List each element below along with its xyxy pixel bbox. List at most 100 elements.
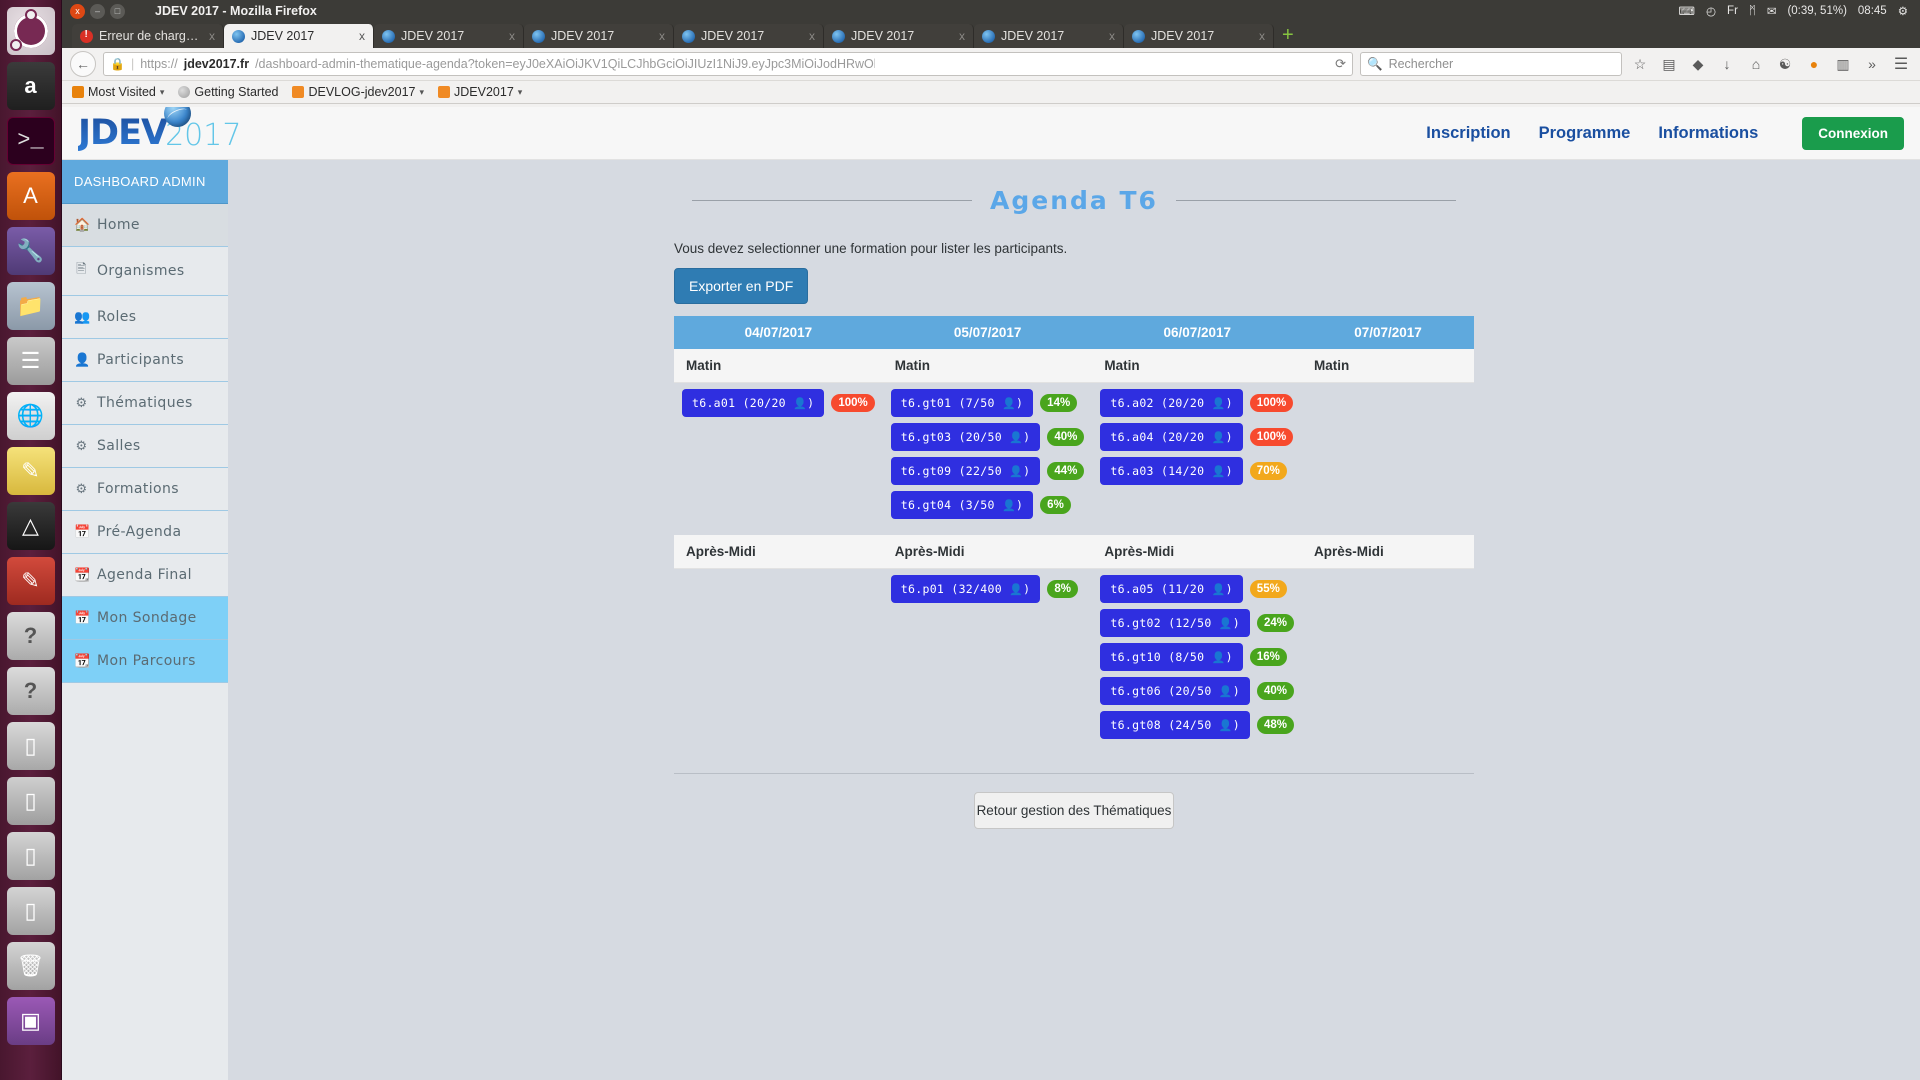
tab-4[interactable]: JDEV 2017 x (674, 24, 824, 48)
launcher-workspace-icon[interactable]: ▣ (6, 997, 55, 1045)
tab-close-icon[interactable]: x (659, 29, 665, 43)
launcher-help-icon[interactable]: ? (6, 612, 55, 660)
back-button[interactable]: ← (70, 51, 96, 77)
launcher-device2-icon[interactable]: ▯ (6, 887, 55, 935)
language-indicator[interactable]: Fr (1727, 5, 1738, 17)
launcher-android-studio-icon[interactable]: △ (6, 502, 55, 550)
formation-pill[interactable]: t6.gt04 (3/50 👤) (890, 491, 1034, 519)
sidebar-item-participants[interactable]: 👤 Participants (62, 339, 228, 382)
sidebar-item-thematiques[interactable]: ⚙ Thématiques (62, 382, 228, 425)
launcher-terminal-icon[interactable]: >_ (6, 117, 55, 165)
launcher-usb-icon[interactable]: ▯ (6, 777, 55, 825)
launcher-archive-icon[interactable]: ☰ (6, 337, 55, 385)
keyboard-indicator-icon[interactable]: ⌨ (1678, 4, 1695, 18)
formation-pill[interactable]: t6.a03 (14/20 👤) (1100, 457, 1243, 485)
formation-pill[interactable]: t6.gt10 (8/50 👤) (1100, 643, 1243, 671)
window-maximize-button[interactable]: □ (110, 3, 125, 19)
nav-programme[interactable]: Programme (1539, 124, 1631, 143)
formation-pill[interactable]: t6.p01 (32/400 👤) (890, 575, 1041, 603)
formation-pill[interactable]: t6.gt06 (20/50 👤) (1100, 677, 1251, 705)
bluetooth-icon[interactable]: ᛗ (1749, 5, 1756, 17)
bookmark-getting-started[interactable]: Getting Started (178, 85, 278, 99)
export-pdf-button[interactable]: Exporter en PDF (674, 268, 809, 304)
tab-close-icon[interactable]: x (359, 29, 365, 43)
sidebar-item-pre-agenda[interactable]: 📅 Pré-Agenda (62, 511, 228, 554)
chat-icon[interactable]: ☯ (1774, 53, 1796, 75)
downloads-icon[interactable]: ↓ (1716, 53, 1738, 75)
launcher-amazon-icon[interactable]: a (6, 62, 55, 110)
launcher-disk-icon[interactable]: ▯ (6, 722, 55, 770)
library-icon[interactable]: ▥ (1832, 53, 1854, 75)
tab-7[interactable]: JDEV 2017 x (1124, 24, 1274, 48)
launcher-software-center-icon[interactable]: A (6, 172, 55, 220)
launcher-files-icon[interactable]: 📁 (6, 282, 55, 330)
wifi-icon[interactable]: ◴ (1706, 4, 1716, 18)
launcher-dash-icon[interactable] (6, 7, 55, 55)
formation-pill[interactable]: t6.a01 (20/20 👤) (682, 389, 825, 417)
bookmark-most-visited[interactable]: Most Visited ▾ (72, 85, 164, 99)
launcher-writer-icon[interactable]: ✎ (6, 557, 55, 605)
launcher-settings-icon[interactable]: 🔧 (6, 227, 55, 275)
sidebar-item-salles[interactable]: ⚙ Salles (62, 425, 228, 468)
formation-pill[interactable]: t6.gt09 (22/50 👤) (890, 457, 1041, 485)
search-bar[interactable]: 🔍 Rechercher (1360, 52, 1622, 76)
reader-view-icon[interactable]: ▤ (1658, 53, 1680, 75)
tab-close-icon[interactable]: x (509, 29, 515, 43)
tab-close-icon[interactable]: x (209, 29, 215, 43)
formation-pill[interactable]: t6.gt03 (20/50 👤) (890, 423, 1041, 451)
tab-6[interactable]: JDEV 2017 x (974, 24, 1124, 48)
mail-icon[interactable]: ✉ (1767, 4, 1777, 18)
formation-pill[interactable]: t6.gt08 (24/50 👤) (1100, 711, 1251, 739)
formation-pill[interactable]: t6.a04 (20/20 👤) (1100, 423, 1243, 451)
sidebar-item-label: Home (97, 217, 140, 233)
bookmark-devlog[interactable]: DEVLOG-jdev2017 ▾ (292, 85, 424, 99)
bookmark-jdev2017[interactable]: JDEV2017 ▾ (438, 85, 522, 99)
nav-informations[interactable]: Informations (1658, 124, 1758, 143)
reload-icon[interactable]: ⟳ (1335, 56, 1346, 72)
tab-close-icon[interactable]: x (959, 29, 965, 43)
formation-pill[interactable]: t6.a05 (11/20 👤) (1100, 575, 1243, 603)
formation-pill[interactable]: t6.gt02 (12/50 👤) (1100, 609, 1251, 637)
sidebar-item-roles[interactable]: 👥 Roles (62, 296, 228, 339)
tab-close-icon[interactable]: x (1259, 29, 1265, 43)
tab-close-icon[interactable]: x (1109, 29, 1115, 43)
site-logo[interactable]: JDEV 2017 (78, 107, 241, 153)
logo-text: JDEV (78, 113, 168, 153)
tab-1[interactable]: JDEV 2017 x (224, 24, 374, 48)
tab-2[interactable]: JDEV 2017 x (374, 24, 524, 48)
sidebar-item-agenda-final[interactable]: 📆 Agenda Final (62, 554, 228, 597)
sidebar-item-formations[interactable]: ⚙ Formations (62, 468, 228, 511)
new-tab-button[interactable]: + (1282, 24, 1294, 47)
hamburger-menu-icon[interactable]: ☰ (1890, 53, 1912, 75)
nav-inscription[interactable]: Inscription (1426, 124, 1510, 143)
home-icon[interactable]: ⌂ (1745, 53, 1767, 75)
session-menu-icon[interactable]: ⚙ (1898, 4, 1908, 18)
firefox-window: x – □ JDEV 2017 - Mozilla Firefox ⌨ ◴ Fr… (62, 0, 1920, 1080)
window-close-button[interactable]: x (70, 3, 85, 19)
launcher-editor-icon[interactable]: ✎ (6, 447, 55, 495)
overflow-icon[interactable]: » (1861, 53, 1883, 75)
launcher-device-icon[interactable]: ▯ (6, 832, 55, 880)
pocket-icon[interactable]: ◆ (1687, 53, 1709, 75)
sidebar-item-mon-parcours[interactable]: 📆 Mon Parcours (62, 640, 228, 683)
launcher-help2-icon[interactable]: ? (6, 667, 55, 715)
sidebar-item-organismes[interactable]: 🖹 Organismes (62, 247, 228, 296)
formation-pill[interactable]: t6.gt01 (7/50 👤) (890, 389, 1034, 417)
battery-indicator[interactable]: (0:39, 51%) (1787, 5, 1846, 17)
formation-pill[interactable]: t6.a02 (20/20 👤) (1100, 389, 1243, 417)
tab-close-icon[interactable]: x (809, 29, 815, 43)
launcher-trash-icon[interactable]: 🗑 (6, 942, 55, 990)
sidebar-item-home[interactable]: 🏠 Home (62, 204, 228, 247)
bookmark-star-icon[interactable]: ☆ (1629, 53, 1651, 75)
url-bar[interactable]: 🔒 | https://jdev2017.fr/dashboard-admin-… (103, 52, 1353, 76)
return-button[interactable]: Retour gestion des Thématiques (974, 792, 1174, 829)
addon-icon[interactable]: ● (1803, 53, 1825, 75)
login-button[interactable]: Connexion (1802, 116, 1904, 150)
tab-5[interactable]: JDEV 2017 x (824, 24, 974, 48)
launcher-firefox-icon[interactable]: 🌐 (6, 392, 55, 440)
tab-0[interactable]: Erreur de chargem... x (72, 24, 224, 48)
sidebar-item-mon-sondage[interactable]: 📅 Mon Sondage (62, 597, 228, 640)
window-minimize-button[interactable]: – (90, 3, 105, 19)
clock[interactable]: 08:45 (1858, 5, 1887, 17)
tab-3[interactable]: JDEV 2017 x (524, 24, 674, 48)
